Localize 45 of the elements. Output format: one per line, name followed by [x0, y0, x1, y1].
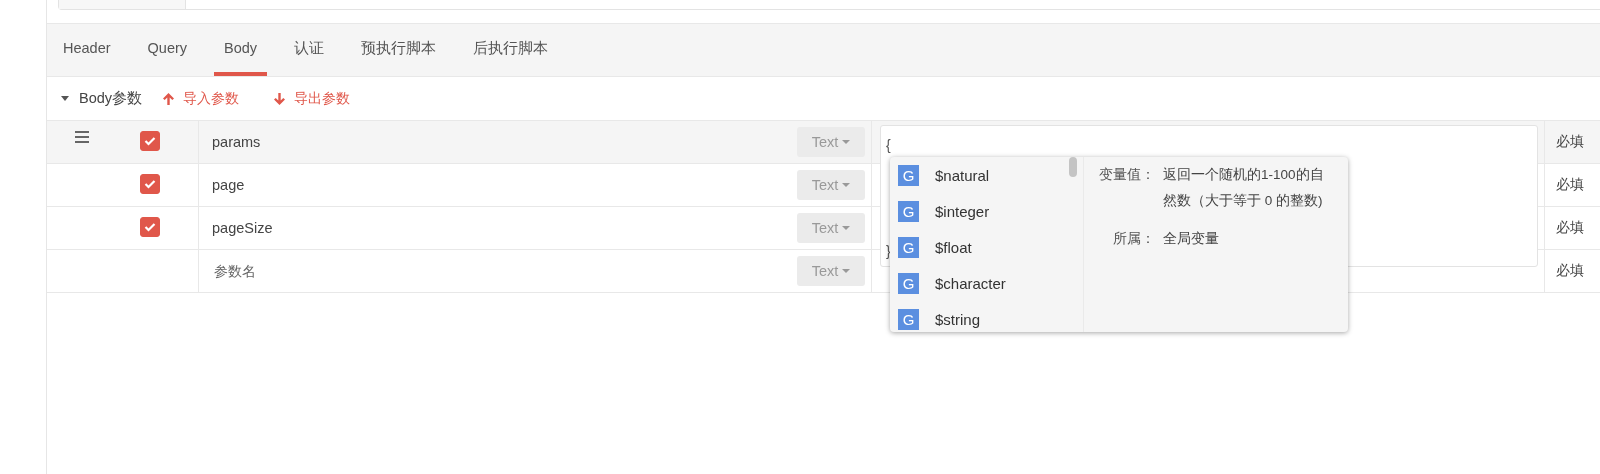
code-line: {: [886, 136, 891, 154]
global-badge: G: [898, 272, 919, 294]
checkbox[interactable]: [140, 174, 160, 194]
suggestion-item[interactable]: G $float: [890, 229, 1083, 265]
tab[interactable]: Query: [137, 24, 198, 76]
tab[interactable]: Header: [53, 24, 121, 76]
checkbox[interactable]: [140, 217, 160, 237]
checkmark-icon: [144, 179, 156, 189]
tab[interactable]: Body: [214, 24, 268, 76]
drag-handle-icon[interactable]: [75, 131, 89, 143]
suggestion-item[interactable]: G $natural: [890, 157, 1083, 193]
required-label: 必填: [1556, 262, 1584, 280]
detail-label: 所属：: [1112, 230, 1155, 248]
required-label: 必填: [1556, 133, 1584, 151]
checkmark-icon: [144, 222, 156, 232]
required-label: 必填: [1556, 176, 1584, 194]
global-badge: G: [898, 200, 919, 222]
code-line: }: [886, 242, 891, 260]
param-name: pageSize: [212, 220, 274, 236]
param-name: params: [212, 134, 262, 150]
tab[interactable]: 预执行脚本: [351, 24, 447, 76]
param-name: page: [212, 177, 246, 193]
detail-label: 变量值：: [1098, 166, 1155, 184]
arrow-up-icon: [162, 91, 176, 106]
arrow-down-icon: [273, 91, 287, 106]
import-button[interactable]: 导入参数: [154, 89, 248, 108]
collapse-caret-icon[interactable]: [61, 96, 69, 101]
detail-value: 返回一个随机的1-100的自然数（大于等于 0 的整数): [1163, 166, 1325, 210]
required-label: 必填: [1556, 219, 1584, 237]
tab[interactable]: 认证: [284, 24, 335, 76]
export-button[interactable]: 导出参数: [265, 89, 359, 108]
param-name-field[interactable]: 参数名: [212, 262, 797, 280]
detail-value: 全局变量: [1163, 230, 1220, 248]
tab[interactable]: 后执行脚本: [463, 24, 559, 76]
global-badge: G: [898, 236, 919, 258]
input-field[interactable]: [58, 0, 1600, 10]
section-title: Body参数: [79, 89, 143, 108]
global-badge: G: [898, 308, 919, 330]
suggestion-item[interactable]: G $character: [890, 265, 1083, 301]
suggestion-item[interactable]: G $string: [890, 301, 1083, 332]
scrollbar-thumb[interactable]: [1069, 157, 1077, 177]
checkmark-icon: [144, 136, 156, 146]
global-badge: G: [898, 164, 919, 186]
suggestion-item[interactable]: G $integer: [890, 193, 1083, 229]
checkbox[interactable]: [140, 131, 160, 151]
